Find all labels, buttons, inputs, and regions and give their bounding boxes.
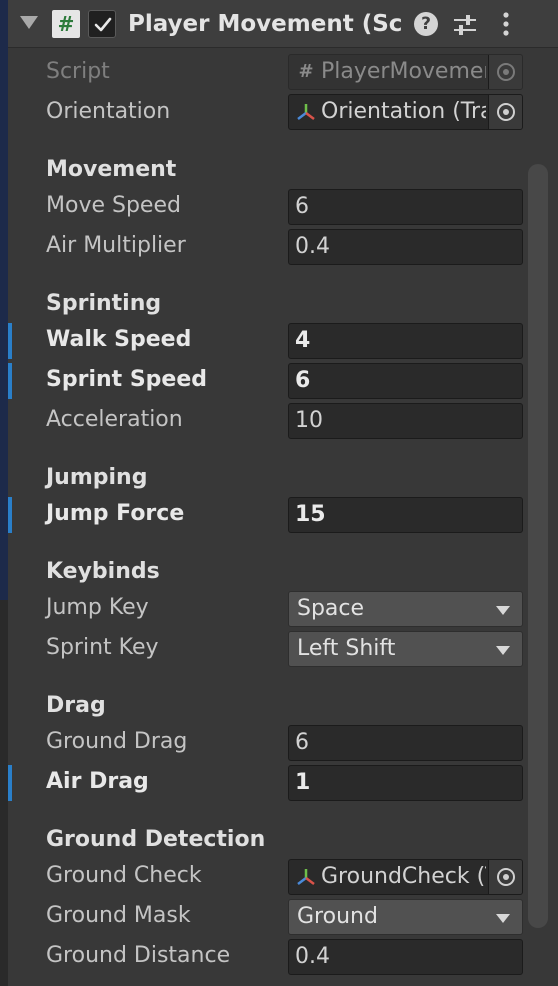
presets-sliders-icon[interactable] xyxy=(452,12,478,38)
ground-check-field[interactable]: GroundCheck (Transform) xyxy=(288,859,523,895)
orientation-label: Orientation xyxy=(46,99,171,124)
context-menu-icon[interactable] xyxy=(496,10,516,38)
air-drag-field[interactable]: 1 xyxy=(288,765,523,801)
sprint-speed-label: Sprint Speed xyxy=(46,367,208,392)
section-ground-detection: Ground Detection xyxy=(46,827,266,852)
section-keybinds: Keybinds xyxy=(46,559,160,584)
orientation-field[interactable]: Orientation (Transform) xyxy=(288,94,523,130)
dropdown-arrow-icon xyxy=(496,606,510,615)
transform-icon xyxy=(297,869,315,885)
object-picker-icon[interactable] xyxy=(488,860,522,894)
override-indicator xyxy=(8,363,12,399)
script-label: Script xyxy=(46,59,110,84)
override-indicator xyxy=(8,497,12,533)
script-field: # PlayerMovement xyxy=(288,54,523,90)
ground-distance-field[interactable]: 0.4 xyxy=(288,939,523,975)
move-speed-label: Move Speed xyxy=(46,193,181,218)
csharp-script-icon: # xyxy=(52,10,80,38)
component-enabled-checkbox[interactable] xyxy=(88,10,116,38)
section-drag: Drag xyxy=(46,693,106,718)
foldout-arrow-icon[interactable] xyxy=(20,16,38,29)
ground-drag-label: Ground Drag xyxy=(46,729,188,754)
acceleration-label: Acceleration xyxy=(46,407,183,432)
air-drag-label: Air Drag xyxy=(46,769,149,794)
sprint-key-dropdown[interactable]: Left Shift xyxy=(288,631,523,667)
transform-icon xyxy=(297,104,315,120)
jump-key-value: Space xyxy=(297,596,365,621)
script-file-icon: # xyxy=(298,61,314,82)
dropdown-arrow-icon xyxy=(496,914,510,923)
ground-mask-value: Ground xyxy=(297,904,378,929)
section-movement: Movement xyxy=(46,157,177,182)
air-multiplier-field[interactable]: 0.4 xyxy=(288,229,523,265)
ground-distance-label: Ground Distance xyxy=(46,943,231,968)
section-sprinting: Sprinting xyxy=(46,291,162,316)
override-indicator xyxy=(8,323,12,359)
component-header[interactable]: # Player Movement (Script) ? xyxy=(8,0,558,48)
walk-speed-label: Walk Speed xyxy=(46,327,192,352)
air-multiplier-label: Air Multiplier xyxy=(46,233,186,258)
jump-key-label: Jump Key xyxy=(46,595,149,620)
jump-force-label: Jump Force xyxy=(46,501,185,526)
object-picker-icon xyxy=(488,55,522,89)
object-picker-icon[interactable] xyxy=(488,95,522,129)
sprint-key-value: Left Shift xyxy=(297,636,396,661)
jump-force-field[interactable]: 15 xyxy=(288,497,523,533)
ground-drag-field[interactable]: 6 xyxy=(288,725,523,761)
acceleration-field[interactable]: 10 xyxy=(288,403,523,439)
ground-mask-dropdown[interactable]: Ground xyxy=(288,899,523,935)
section-jumping: Jumping xyxy=(46,465,148,490)
dropdown-arrow-icon xyxy=(496,646,510,655)
move-speed-field[interactable]: 6 xyxy=(288,189,523,225)
override-indicator xyxy=(8,765,12,801)
checkmark-icon xyxy=(94,17,112,32)
ground-check-label: Ground Check xyxy=(46,863,202,888)
left-panel-edge xyxy=(0,0,8,986)
jump-key-dropdown[interactable]: Space xyxy=(288,591,523,627)
sprint-speed-field[interactable]: 6 xyxy=(288,363,523,399)
sprint-key-label: Sprint Key xyxy=(46,635,159,660)
vertical-scrollbar[interactable] xyxy=(528,164,548,928)
ground-mask-label: Ground Mask xyxy=(46,903,191,928)
help-icon[interactable]: ? xyxy=(414,12,438,36)
walk-speed-field[interactable]: 4 xyxy=(288,323,523,359)
inspector-content: Script # PlayerMovement Orientation Orie… xyxy=(8,48,558,986)
component-title: Player Movement (Script) xyxy=(128,11,404,37)
